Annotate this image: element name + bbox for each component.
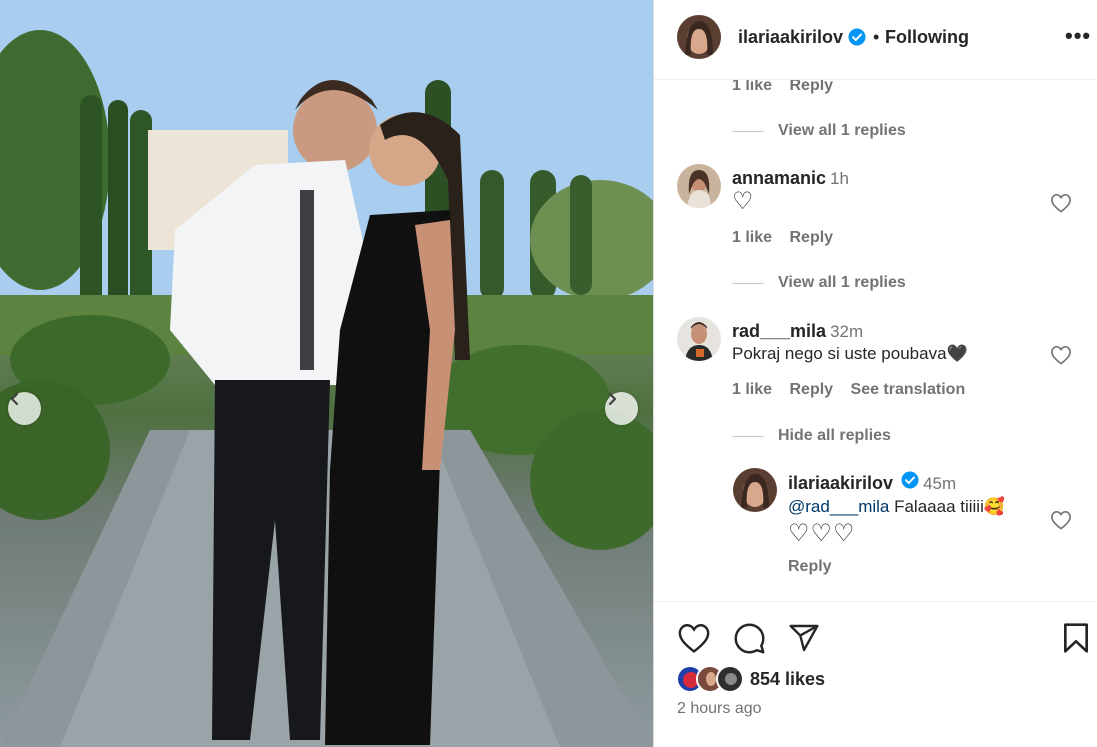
reply-text-body: Falaaaa tiiiii🥰 xyxy=(889,497,1006,516)
share-button[interactable] xyxy=(788,622,820,659)
divider-line xyxy=(732,435,764,437)
comment-like-count[interactable]: 1 like xyxy=(732,381,772,398)
post-sidebar: ilariaakirilov • Following ••• 1 like Re… xyxy=(653,0,1097,747)
post-photo xyxy=(0,0,653,747)
liked-by-avatars[interactable] xyxy=(676,665,750,695)
comments-list: 1 like Reply View all 1 replies annamani… xyxy=(654,80,1097,602)
comment-time: 32m xyxy=(830,322,864,341)
view-replies-label: View all 1 replies xyxy=(778,122,906,139)
reply-mention[interactable]: @rad___mila xyxy=(788,497,889,516)
comment-username-text[interactable]: rad___mila xyxy=(732,321,826,341)
comment-icon xyxy=(734,623,765,654)
verified-badge-icon xyxy=(848,28,866,51)
following-button[interactable]: Following xyxy=(885,27,969,48)
like-button[interactable] xyxy=(677,622,711,659)
chevron-right-icon xyxy=(608,392,617,406)
reply-meta: Reply xyxy=(788,558,845,576)
reply-reply-button[interactable]: Reply xyxy=(788,558,832,575)
reply-text: @rad___mila Falaaaa tiiiii🥰 xyxy=(788,497,1005,517)
reply-username[interactable]: ilariaakirilov 45m xyxy=(788,471,957,494)
reply-time: 45m xyxy=(923,474,957,493)
heart-icon xyxy=(678,624,710,653)
share-icon xyxy=(789,624,819,652)
reply-like-button[interactable] xyxy=(1050,510,1072,535)
next-image-button[interactable] xyxy=(605,392,638,425)
bookmark-icon xyxy=(1064,623,1088,653)
comment-text: Pokraj nego si uste poubava🖤 xyxy=(732,344,968,363)
previous-image-button[interactable] xyxy=(8,392,41,425)
comment-like-button[interactable] xyxy=(1050,345,1072,370)
hide-replies-label: Hide all replies xyxy=(778,427,891,444)
comment-button[interactable] xyxy=(733,622,766,660)
heart-icon xyxy=(1051,193,1071,213)
follow-separator: • xyxy=(873,27,880,47)
divider-line xyxy=(732,130,764,132)
commenter-avatar[interactable] xyxy=(677,317,721,361)
reply-avatar[interactable] xyxy=(733,468,777,512)
like-count[interactable]: 854 likes xyxy=(750,669,825,690)
view-replies-button[interactable]: View all 1 replies xyxy=(732,122,906,140)
comment-time: 1h xyxy=(830,169,849,188)
author-username[interactable]: ilariaakirilov xyxy=(738,27,843,48)
comment-like-count[interactable]: 1 like xyxy=(732,229,772,246)
see-translation-button[interactable]: See translation xyxy=(851,381,966,398)
view-replies-label: View all 1 replies xyxy=(778,274,906,291)
comment-reply-button[interactable]: Reply xyxy=(789,80,833,94)
comment-username[interactable]: rad___mila 32m xyxy=(732,321,863,342)
post-header: ilariaakirilov • Following ••• xyxy=(654,0,1097,80)
comment-meta: 1 like Reply xyxy=(732,80,846,95)
view-replies-button[interactable]: View all 1 replies xyxy=(732,274,906,292)
comment-meta: 1 like Reply xyxy=(732,229,846,247)
comment-text: ♡ xyxy=(732,188,754,215)
comment-like-count[interactable]: 1 like xyxy=(732,80,772,94)
reply-username-text[interactable]: ilariaakirilov xyxy=(788,473,893,493)
comment-reply-button[interactable]: Reply xyxy=(789,229,833,246)
heart-icon xyxy=(1051,510,1071,530)
comment-username[interactable]: annamanic 1h xyxy=(732,168,849,189)
save-button[interactable] xyxy=(1062,622,1090,659)
comment-username-text[interactable]: annamanic xyxy=(732,168,826,188)
comment-like-button[interactable] xyxy=(1050,193,1072,218)
post-timestamp[interactable]: 2 hours ago xyxy=(677,700,762,718)
divider-line xyxy=(732,282,764,284)
photo-scene xyxy=(0,0,653,747)
heart-icon xyxy=(1051,345,1071,365)
more-options-icon[interactable]: ••• xyxy=(1065,25,1091,47)
commenter-avatar[interactable] xyxy=(677,164,721,208)
liker-avatar xyxy=(716,665,744,693)
author-avatar[interactable] xyxy=(677,15,721,59)
comment-meta: 1 like Reply See translation xyxy=(732,381,978,399)
chevron-left-icon xyxy=(10,392,19,406)
reply-text-line2: ♡♡♡ xyxy=(788,520,856,547)
hide-replies-button[interactable]: Hide all replies xyxy=(732,427,891,445)
verified-badge-icon xyxy=(901,471,919,494)
comment-reply-button[interactable]: Reply xyxy=(789,381,833,398)
